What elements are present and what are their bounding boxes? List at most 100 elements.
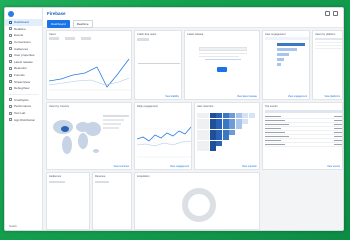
card-title: User engagement xyxy=(265,32,286,36)
view-countries-link[interactable]: View countries xyxy=(113,165,129,168)
firebase-logo-icon xyxy=(8,10,14,17)
cohort-cell xyxy=(229,118,235,124)
text-placeholder xyxy=(199,56,239,57)
sidebar-divider xyxy=(8,93,39,95)
view-events-link[interactable]: View events xyxy=(327,165,340,168)
retention-cohort-grid xyxy=(197,113,255,152)
card-stability: Crash-free users View stability xyxy=(134,30,182,100)
event-name xyxy=(265,119,285,122)
cohort-cell xyxy=(222,129,229,135)
view-daily-engagement-link[interactable]: View engagement xyxy=(170,165,189,168)
view-stability-link[interactable]: View stability xyxy=(165,95,179,98)
cohort-label xyxy=(197,113,209,118)
cohort-cell xyxy=(209,113,216,118)
sidebar-item-label: Events xyxy=(14,33,24,38)
nav-icon xyxy=(9,20,12,24)
bar xyxy=(277,58,284,61)
cohort-label xyxy=(197,135,209,140)
nav-icon xyxy=(9,33,12,37)
sidebar-item-performance[interactable]: Performance xyxy=(5,103,42,110)
event-count xyxy=(334,135,342,138)
sidebar-item-funnels[interactable]: Funnels xyxy=(5,72,42,79)
sidebar-item-crashlytics[interactable]: Crashlytics xyxy=(5,97,42,104)
cohort-cell xyxy=(222,135,229,140)
stat-placeholder xyxy=(49,37,59,40)
sidebar-item-retention[interactable]: Retention xyxy=(5,65,42,72)
sidebar-item-app-distribution[interactable]: App Distribution xyxy=(5,116,42,123)
sidebar-item-label: Dashboard xyxy=(14,20,29,25)
view-latest-release-link[interactable]: View latest release xyxy=(237,95,257,98)
nav-icon xyxy=(9,98,12,102)
tab-realtime[interactable]: Realtime xyxy=(72,20,93,28)
view-platforms-link[interactable]: View platforms xyxy=(324,95,340,98)
sidebar-item-streamview[interactable]: StreamView xyxy=(5,78,42,85)
toolbar-icons xyxy=(325,11,338,16)
daily-compare-line xyxy=(137,140,191,147)
sidebar-item-label: Funnels xyxy=(14,73,25,78)
sidebar-item-audiences[interactable]: Audiences xyxy=(5,45,42,52)
cohort-row xyxy=(197,124,255,129)
card-title: Top events xyxy=(265,104,278,108)
cohort-cell xyxy=(242,118,248,124)
cohort-cell xyxy=(229,113,235,118)
nav-icon xyxy=(9,53,12,57)
sidebar-item-label: Performance xyxy=(14,104,32,109)
cohort-cell xyxy=(222,113,229,118)
cohort-row xyxy=(197,129,255,135)
sidebar-item-dashboard[interactable]: Dashboard xyxy=(5,19,42,26)
release-action-button[interactable] xyxy=(217,67,227,72)
card-title: Audiences xyxy=(49,174,62,178)
cohort-cell xyxy=(216,118,222,124)
table-row xyxy=(315,45,342,46)
stat-placeholder xyxy=(49,181,65,183)
event-name xyxy=(265,115,281,118)
app-window: Dashboard Realtime Events Conversions Audien… xyxy=(4,7,344,231)
sidebar-item-label: Retention xyxy=(14,66,27,71)
sidebar-item-realtime[interactable]: Realtime xyxy=(5,26,42,33)
list-item xyxy=(103,123,122,125)
nav-icon xyxy=(9,118,12,122)
chart-baseline xyxy=(138,63,180,64)
view-engagement-link[interactable]: View engagement xyxy=(288,95,307,98)
view-retention-link[interactable]: View retention xyxy=(242,165,257,168)
release-box xyxy=(199,47,247,51)
event-count xyxy=(334,123,342,126)
event-name xyxy=(265,135,289,138)
card-daily-engagement: Daily engagement View engagement xyxy=(134,102,192,170)
event-name xyxy=(265,139,281,142)
tab-dashboard[interactable]: Dashboard xyxy=(47,20,70,28)
events-table xyxy=(265,115,342,147)
card-platforms: Users by platform View platforms xyxy=(312,30,343,100)
event-name xyxy=(265,131,285,134)
nav-icon xyxy=(9,111,12,115)
sidebar-item-label: DebugView xyxy=(14,86,30,91)
event-count xyxy=(334,131,342,134)
sidebar-item-events[interactable]: Events xyxy=(5,32,42,39)
settings-icon[interactable] xyxy=(333,11,338,16)
card-retention: User retention View retention xyxy=(194,102,260,170)
sidebar-item-conversions[interactable]: Conversions xyxy=(5,39,42,46)
cohort-cell xyxy=(222,124,229,129)
table-row[interactable] xyxy=(265,143,342,147)
cohort-cell xyxy=(248,113,255,118)
users-line-chart xyxy=(49,58,131,91)
event-count xyxy=(334,119,342,122)
brand-title: Firebase xyxy=(47,11,66,16)
sidebar-item-debugview[interactable]: DebugView xyxy=(5,85,42,92)
cohort-label xyxy=(197,140,209,146)
nav-icon xyxy=(9,66,12,70)
cohort-cell xyxy=(209,129,216,135)
sidebar-item-test-lab[interactable]: Test Lab xyxy=(5,110,42,117)
cohort-cell xyxy=(235,113,242,118)
sidebar-item-user-properties[interactable]: User properties xyxy=(5,52,42,59)
cohort-cell xyxy=(229,124,235,129)
card-title: Users by Country xyxy=(49,104,70,108)
bar xyxy=(277,43,305,46)
event-name xyxy=(265,123,289,126)
bar xyxy=(277,48,297,51)
refresh-icon[interactable] xyxy=(325,11,330,16)
event-count xyxy=(334,127,342,130)
sidebar-item-latest-release[interactable]: Latest release xyxy=(5,59,42,66)
logo xyxy=(5,8,42,19)
cohort-cell xyxy=(235,124,242,129)
